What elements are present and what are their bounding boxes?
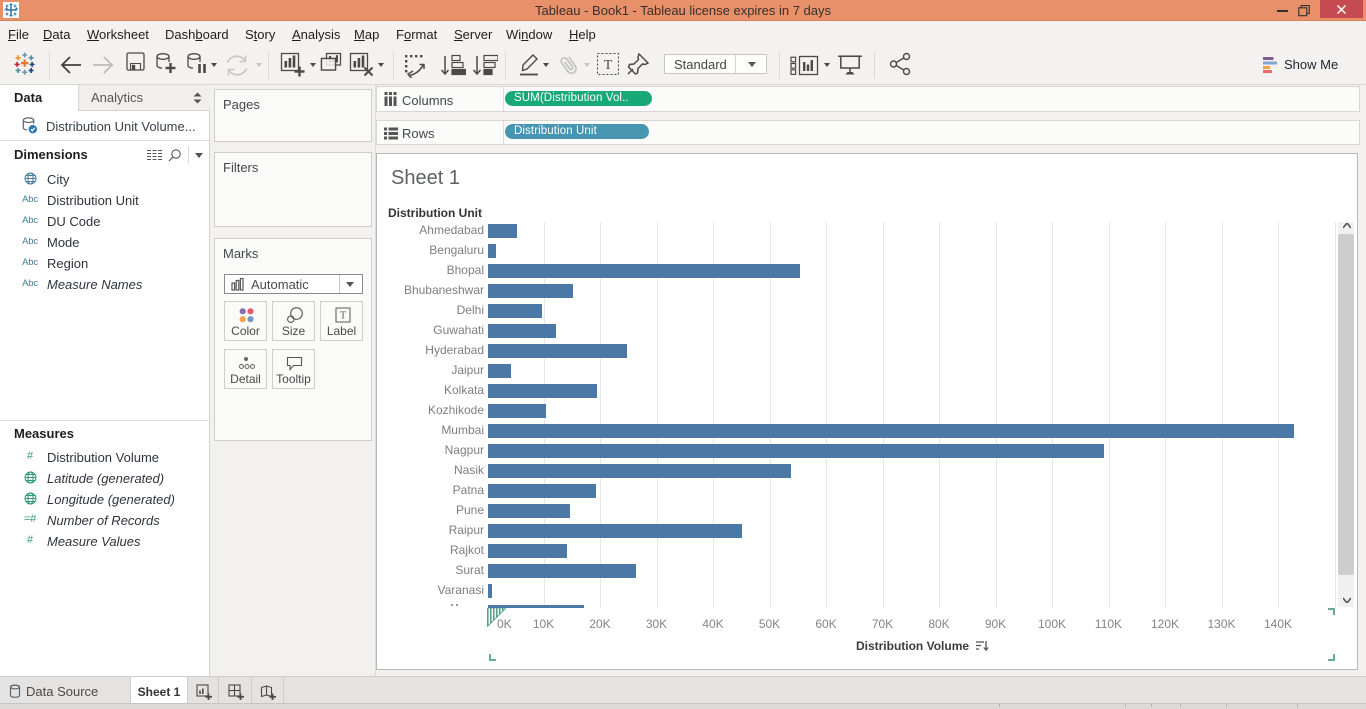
svg-text:T: T xyxy=(604,58,613,73)
svg-text:T: T xyxy=(340,311,346,322)
